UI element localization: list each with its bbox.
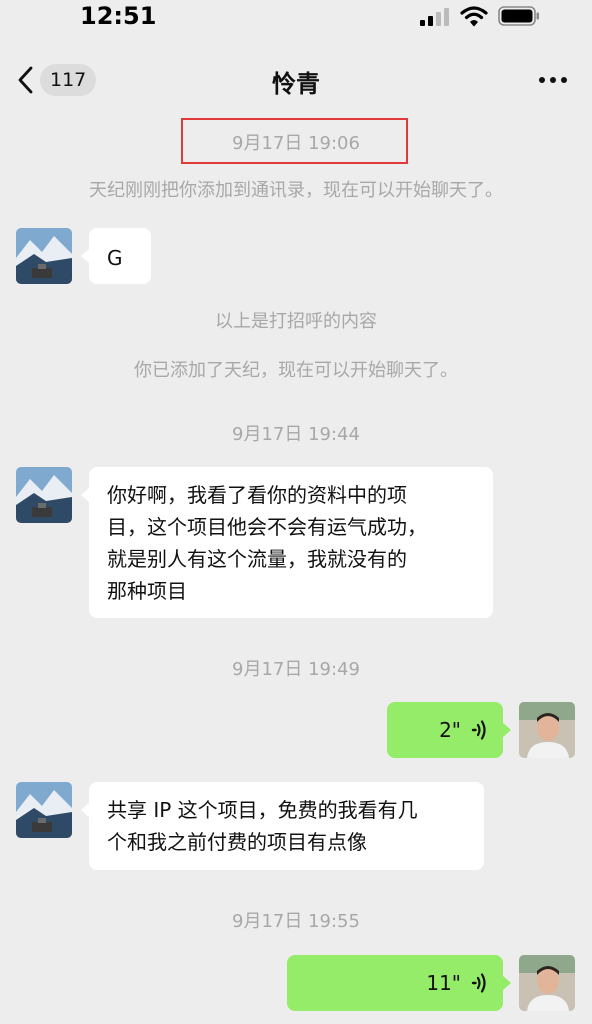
timestamp: 9月17日 19:06 xyxy=(232,133,360,154)
more-icon[interactable] xyxy=(538,70,568,90)
timestamp: 9月17日 19:55 xyxy=(232,911,360,932)
message-line: 目，这个项目他会不会有运气成功， xyxy=(107,515,427,539)
contact-avatar-image xyxy=(16,228,72,284)
voice-duration: 11" xyxy=(426,971,461,995)
contact-avatar[interactable] xyxy=(16,467,72,523)
contact-avatar-image xyxy=(16,782,72,838)
self-avatar-image xyxy=(519,955,575,1011)
message-line: 你好啊，我看了看你的资料中的项 xyxy=(107,483,407,507)
voice-message-bubble[interactable]: 2" xyxy=(387,702,511,758)
system-message: 天纪刚刚把你添加到通讯录，现在可以开始聊天了。 xyxy=(89,180,503,201)
signal-icon xyxy=(420,8,449,26)
wifi-icon xyxy=(460,6,488,27)
battery-icon xyxy=(498,6,539,26)
message-bubble[interactable]: G xyxy=(81,228,151,284)
timestamp: 9月17日 19:49 xyxy=(232,659,360,680)
self-avatar-image xyxy=(519,702,575,758)
message-bubble[interactable]: 共享 IP 这个项目，免费的我看有几 个和我之前付费的项目有点像 xyxy=(81,782,484,870)
message-line: 就是别人有这个流量，我就没有的 xyxy=(107,547,407,571)
self-avatar[interactable] xyxy=(519,702,575,758)
message-text: G xyxy=(107,246,123,270)
system-message: 你已添加了天纪，现在可以开始聊天了。 xyxy=(134,360,458,381)
self-avatar[interactable] xyxy=(519,955,575,1011)
status-time: 12:51 xyxy=(80,2,157,30)
voice-duration: 2" xyxy=(439,718,461,742)
chat-title: 怜青 xyxy=(272,70,320,98)
contact-avatar-image xyxy=(16,467,72,523)
nav-bar: 117 怜青 xyxy=(0,50,592,110)
voice-wave-icon xyxy=(471,720,486,740)
contact-avatar[interactable] xyxy=(16,228,72,284)
contact-avatar[interactable] xyxy=(16,782,72,838)
message-bubble[interactable]: 你好啊，我看了看你的资料中的项 目，这个项目他会不会有运气成功， 就是别人有这个… xyxy=(81,467,493,618)
timestamp: 9月17日 19:44 xyxy=(232,424,360,445)
status-bar: 12:51 xyxy=(0,0,592,40)
system-message: 以上是打招呼的内容 xyxy=(215,311,377,332)
voice-message-bubble[interactable]: 11" xyxy=(287,955,511,1011)
message-line: 个和我之前付费的项目有点像 xyxy=(107,830,367,854)
message-line: 那种项目 xyxy=(107,579,187,603)
message-line: 共享 IP 这个项目，免费的我看有几 xyxy=(107,798,418,822)
voice-wave-icon xyxy=(471,973,486,993)
